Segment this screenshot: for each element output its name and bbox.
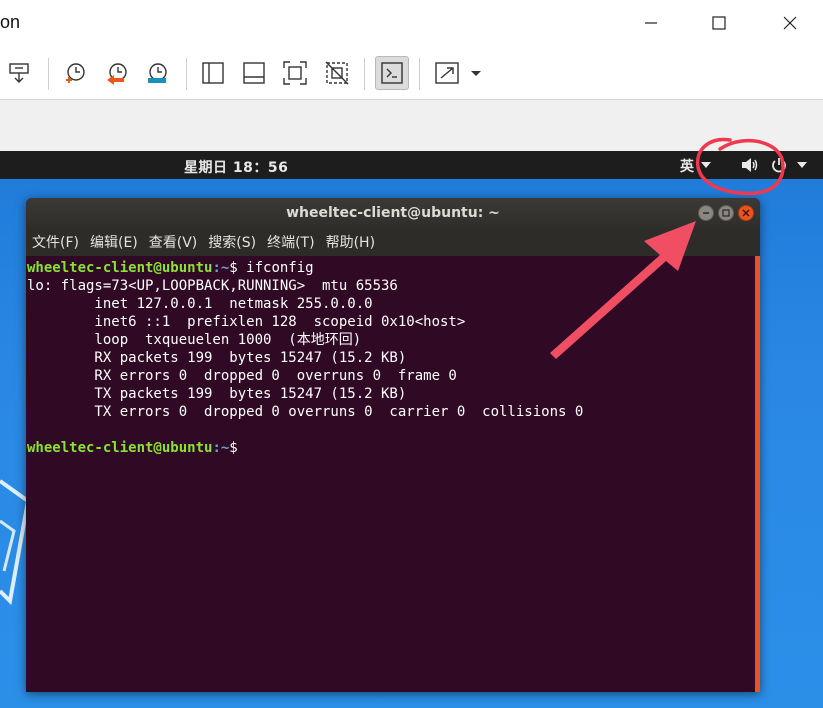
prompt-user: wheeltec-client@ubuntu xyxy=(27,260,213,276)
prompt-path: :~ xyxy=(212,440,230,456)
minimize-icon xyxy=(703,212,709,214)
prompt-symbol: $ xyxy=(229,260,247,276)
terminal-window-controls xyxy=(698,205,754,221)
bottom-panel-view-icon xyxy=(243,62,265,84)
console-view-icon xyxy=(381,62,403,84)
menu-terminal[interactable]: 终端(T) xyxy=(267,232,314,252)
menu-help[interactable]: 帮助(H) xyxy=(326,232,375,252)
host-toolbar xyxy=(0,48,823,100)
output-line: TX packets 199 bytes 15247 (15.2 KB) xyxy=(27,386,407,402)
manage-snapshots-button[interactable] xyxy=(140,56,174,90)
command-text: ifconfig xyxy=(246,260,314,276)
terminal-maximize-button[interactable] xyxy=(718,205,734,221)
restore-snapshot-icon xyxy=(107,63,127,85)
unity-mode-button[interactable] xyxy=(320,56,354,90)
terminal-scrollbar[interactable] xyxy=(755,256,760,692)
fullscreen-button[interactable] xyxy=(278,56,312,90)
snapshot-icon xyxy=(66,63,85,83)
prompt-user: wheeltec-client@ubuntu xyxy=(27,440,213,456)
menu-search[interactable]: 搜索(S) xyxy=(208,232,256,252)
take-snapshot-button[interactable] xyxy=(58,56,92,90)
host-window-title: on xyxy=(0,12,21,32)
close-button[interactable] xyxy=(773,8,807,38)
menu-view[interactable]: 查看(V) xyxy=(149,232,198,252)
minimize-icon xyxy=(645,22,657,24)
sidebar-view-button[interactable] xyxy=(196,56,230,90)
toolbar-divider xyxy=(364,58,365,90)
maximize-icon xyxy=(722,209,730,217)
toolbar-divider xyxy=(419,58,420,90)
stretch-view-icon xyxy=(435,62,481,84)
clock[interactable]: 星期日 18：56 xyxy=(184,157,288,177)
system-menu-chevron-icon[interactable] xyxy=(797,162,807,168)
close-icon xyxy=(742,209,750,217)
fullscreen-icon xyxy=(283,61,307,85)
toolbar-divider xyxy=(48,58,49,90)
bottom-panel-view-button[interactable] xyxy=(237,56,271,90)
stretch-view-dropdown[interactable] xyxy=(430,56,486,90)
terminal-close-button[interactable] xyxy=(738,205,754,221)
prompt-path: :~ xyxy=(212,260,230,276)
terminal-minimize-button[interactable] xyxy=(698,205,714,221)
menu-file[interactable]: 文件(F) xyxy=(32,232,79,252)
current-prompt[interactable]: wheeltec-client@ubuntu:~$ xyxy=(27,439,754,457)
menu-edit[interactable]: 编辑(E) xyxy=(90,232,138,252)
annotation-circle xyxy=(695,137,785,196)
close-icon xyxy=(783,16,797,30)
restore-snapshot-button[interactable] xyxy=(100,56,134,90)
output-line: RX errors 0 dropped 0 overruns 0 frame 0 xyxy=(27,368,457,384)
annotation-arrow xyxy=(550,221,696,359)
network-adapter-button[interactable] xyxy=(2,56,36,90)
manage-snapshots-icon xyxy=(148,63,167,83)
minimize-button[interactable] xyxy=(634,8,668,38)
console-view-button[interactable] xyxy=(375,56,409,90)
maximize-icon xyxy=(712,16,726,30)
unity-mode-icon xyxy=(325,61,349,85)
toolbar-divider xyxy=(186,58,187,90)
network-adapter-icon xyxy=(9,63,29,83)
host-titlebar: on xyxy=(0,0,823,48)
sidebar-view-icon xyxy=(202,62,224,84)
prompt-symbol: $ xyxy=(229,440,247,456)
output-line: TX errors 0 dropped 0 overruns 0 carrier… xyxy=(27,404,584,420)
maximize-button[interactable] xyxy=(702,8,736,38)
